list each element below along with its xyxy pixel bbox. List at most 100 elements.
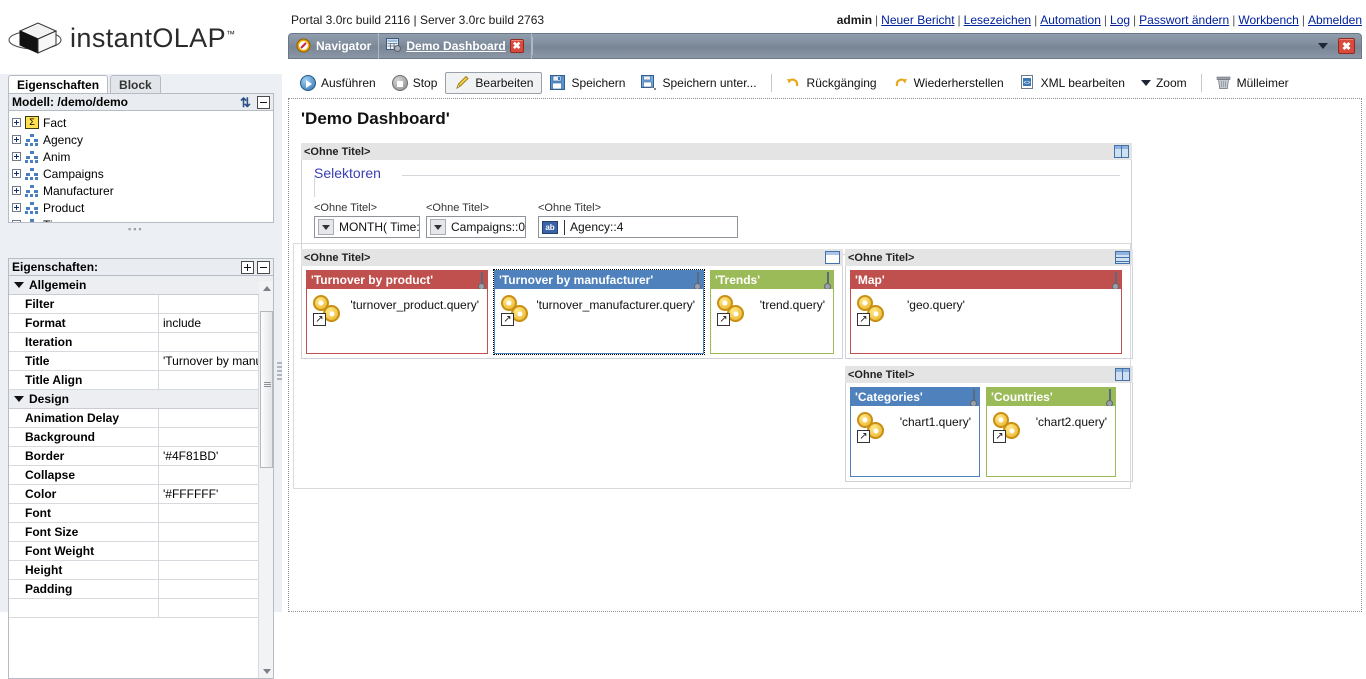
model-tree[interactable]: Σ Fact Agency Anim Campaigns Manufacture…: [8, 111, 274, 223]
widget-body[interactable]: ↗ 'geo.query': [851, 289, 1121, 353]
undo-button[interactable]: Rückgänging: [778, 72, 885, 94]
run-button[interactable]: Ausführen: [292, 72, 384, 94]
link-log[interactable]: Log: [1110, 13, 1130, 27]
link-workbench[interactable]: Workbench: [1238, 13, 1298, 27]
link-abmelden[interactable]: Abmelden: [1308, 13, 1362, 27]
property-value[interactable]: [159, 504, 273, 522]
section-widgets-row[interactable]: <Ohne Titel> 'Turnover by product' ↗ 'tu…: [301, 249, 843, 359]
widget-header[interactable]: 'Countries': [987, 388, 1115, 407]
property-value[interactable]: [159, 333, 273, 351]
widget-header[interactable]: 'Categories': [851, 388, 979, 407]
widget-categories[interactable]: 'Categories' ↗ 'chart1.query': [850, 387, 980, 477]
chart-settings-icon[interactable]: [478, 272, 485, 290]
tab-demo-dashboard[interactable]: Demo Dashboard ✖: [379, 33, 532, 59]
section-header[interactable]: <Ohne Titel>: [301, 143, 1132, 160]
link-neuer-bericht[interactable]: Neuer Bericht: [881, 13, 954, 27]
widget-body[interactable]: ↗ 'chart2.query': [987, 406, 1115, 476]
property-row[interactable]: Background: [9, 428, 273, 447]
property-value[interactable]: [159, 409, 273, 427]
link-passwort-aendern[interactable]: Passwort ändern: [1139, 13, 1229, 27]
collapse-all-icon[interactable]: [257, 260, 270, 274]
widget-body[interactable]: ↗ 'turnover_product.query': [307, 289, 487, 353]
rows-layout-icon[interactable]: [1115, 251, 1130, 264]
chart-settings-icon[interactable]: [1106, 389, 1113, 407]
property-value[interactable]: 'Turnover by manufa: [159, 352, 273, 370]
section-header[interactable]: <Ohne Titel>: [845, 249, 1133, 266]
expand-icon[interactable]: [12, 186, 21, 195]
property-value[interactable]: [159, 466, 273, 484]
properties-grid[interactable]: Allgemein Filter Format include Iteratio…: [8, 276, 274, 679]
open-query-icon[interactable]: ↗: [857, 430, 870, 443]
property-row[interactable]: Border '#4F81BD': [9, 447, 273, 466]
property-value[interactable]: [159, 428, 273, 446]
stop-button[interactable]: Stop: [384, 72, 446, 94]
property-row[interactable]: Font Weight: [9, 542, 273, 561]
collapse-all-icon[interactable]: [257, 95, 270, 109]
property-row[interactable]: Font Size: [9, 523, 273, 542]
widget-turnover-by-manufacturer[interactable]: 'Turnover by manufacturer' ↗ 'turnover_m…: [493, 269, 705, 355]
link-automation[interactable]: Automation: [1040, 13, 1101, 27]
widget-body[interactable]: ↗ 'trend.query': [711, 289, 833, 353]
edit-xml-button[interactable]: <> XML bearbeiten: [1012, 72, 1133, 94]
property-row[interactable]: Filter: [9, 295, 273, 314]
widget-header[interactable]: 'Map': [851, 271, 1121, 290]
tab-eigenschaften[interactable]: Eigenschaften: [8, 75, 109, 93]
widget-body[interactable]: ↗ 'chart1.query': [851, 406, 979, 476]
scroll-up-arrow[interactable]: [259, 281, 273, 295]
property-value[interactable]: include: [159, 314, 273, 332]
selector-agency[interactable]: <Ohne Titel> ab Agency::4: [538, 202, 738, 238]
property-group-allgemein[interactable]: Allgemein: [9, 276, 273, 295]
link-lesezeichen[interactable]: Lesezeichen: [964, 13, 1031, 27]
save-button[interactable]: Speichern: [542, 72, 633, 94]
property-value[interactable]: [159, 580, 273, 598]
expand-icon[interactable]: [12, 118, 21, 127]
tree-item-manufacturer[interactable]: Manufacturer: [12, 182, 273, 199]
properties-scrollbar[interactable]: [258, 281, 273, 678]
section-header[interactable]: <Ohne Titel>: [845, 366, 1133, 383]
property-row[interactable]: Height: [9, 561, 273, 580]
tree-item-time[interactable]: Time: [12, 216, 273, 222]
property-row[interactable]: Font: [9, 504, 273, 523]
tree-item-campaigns[interactable]: Campaigns: [12, 165, 273, 182]
section-map[interactable]: <Ohne Titel> 'Map' ↗ 'geo.query': [845, 249, 1133, 359]
property-value[interactable]: [159, 542, 273, 560]
tree-item-product[interactable]: Product: [12, 199, 273, 216]
widget-map[interactable]: 'Map' ↗ 'geo.query': [850, 270, 1122, 354]
section-header[interactable]: <Ohne Titel>: [301, 249, 843, 266]
refresh-icon[interactable]: ⇅: [240, 96, 254, 109]
tab-navigator[interactable]: Navigator: [289, 33, 380, 59]
selector-dropdown[interactable]: MONTH( Time:': [314, 216, 420, 238]
property-group-design[interactable]: Design: [9, 390, 273, 409]
blank-layout-icon[interactable]: [825, 251, 840, 264]
section-body[interactable]: 'Categories' ↗ 'chart1.query' 'Countries…: [845, 383, 1133, 482]
close-tab-icon[interactable]: ✖: [509, 39, 524, 53]
expand-all-icon[interactable]: [241, 260, 254, 274]
expand-icon[interactable]: [12, 135, 21, 144]
section-body[interactable]: 'Map' ↗ 'geo.query': [845, 266, 1133, 359]
zoom-button[interactable]: Zoom: [1133, 72, 1195, 94]
edit-button[interactable]: Bearbeiten: [445, 72, 543, 94]
property-row[interactable]: Color '#FFFFFF': [9, 485, 273, 504]
tree-item-anim[interactable]: Anim: [12, 148, 273, 165]
save-as-button[interactable]: Speichern unter...: [633, 72, 764, 94]
panel-splitter[interactable]: [277, 362, 282, 380]
selector-time[interactable]: <Ohne Titel> MONTH( Time:': [314, 202, 420, 238]
expand-icon[interactable]: [12, 152, 21, 161]
property-value[interactable]: [159, 561, 273, 579]
open-query-icon[interactable]: ↗: [313, 313, 326, 326]
property-row[interactable]: Title Align: [9, 371, 273, 390]
open-query-icon[interactable]: ↗: [857, 313, 870, 326]
scrollbar-thumb[interactable]: [260, 311, 273, 468]
widget-trends[interactable]: 'Trends' ↗ 'trend.query': [710, 270, 834, 354]
chevron-down-icon[interactable]: [1318, 43, 1328, 49]
widget-header[interactable]: 'Turnover by product': [307, 271, 487, 290]
property-row[interactable]: Title 'Turnover by manufa: [9, 352, 273, 371]
widget-body[interactable]: ↗ 'turnover_manufacturer.query': [495, 289, 703, 353]
section-body[interactable]: 'Turnover by product' ↗ 'turnover_produc…: [301, 266, 843, 359]
property-value[interactable]: [159, 371, 273, 389]
chart-settings-icon[interactable]: [824, 272, 831, 290]
expand-icon[interactable]: [12, 203, 21, 212]
tree-item-fact[interactable]: Σ Fact: [12, 114, 273, 131]
property-value[interactable]: '#4F81BD': [159, 447, 273, 465]
redo-button[interactable]: Wiederherstellen: [885, 72, 1012, 94]
